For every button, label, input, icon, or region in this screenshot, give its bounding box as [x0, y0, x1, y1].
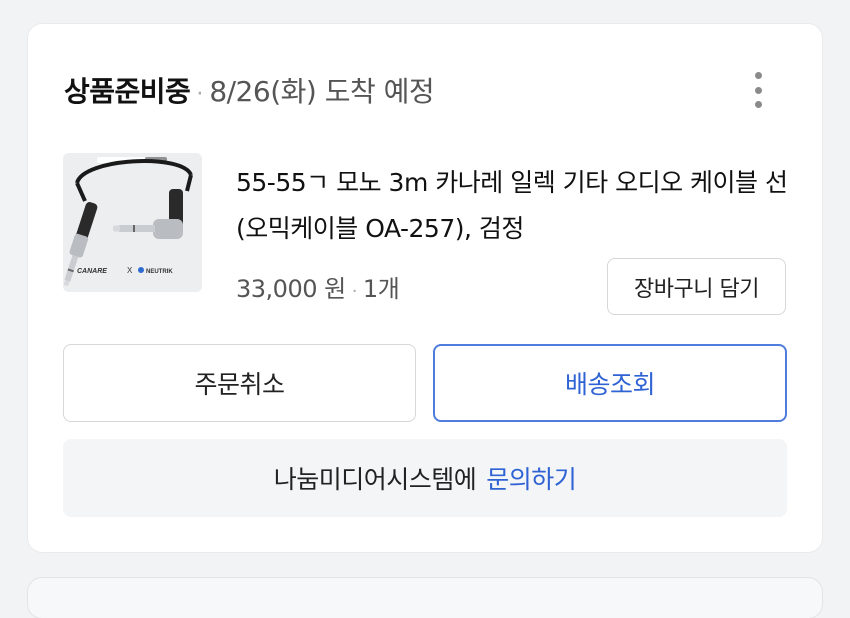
order-status-row: 상품준비중 · 8/26(화) 도착 예정: [64, 70, 435, 110]
price-row: 33,000 원 · 1개: [236, 269, 400, 304]
image-brand-right: NEUTRIK: [146, 269, 173, 275]
product-thumbnail[interactable]: CANARE X NEUTRIK: [63, 153, 202, 292]
more-options-button[interactable]: [746, 72, 770, 108]
product-quantity: 1개: [362, 275, 400, 303]
order-status-title: 상품준비중: [64, 75, 191, 108]
image-brand-left: CANARE: [77, 268, 107, 275]
add-to-cart-button[interactable]: 장바구니 담기: [607, 258, 786, 315]
image-brand-x: X: [127, 266, 133, 275]
cancel-order-button[interactable]: 주문취소: [63, 344, 416, 422]
next-order-card: [28, 578, 822, 618]
seller-name-text: 나눔미디어시스템에: [273, 465, 477, 494]
guitar-cable-product-image: CANARE X NEUTRIK: [63, 153, 202, 292]
seller-inquiry-bar: 나눔미디어시스템에 문의하기: [63, 439, 787, 517]
more-vertical-icon: [754, 72, 762, 79]
product-name[interactable]: 55-55ㄱ 모노 3m 카나레 일렉 기타 오디오 케이블 선 (오믹케이블 …: [236, 160, 796, 252]
inquiry-link[interactable]: 문의하기: [486, 460, 577, 496]
track-delivery-button[interactable]: 배송조회: [433, 344, 787, 422]
more-vertical-icon-dot: [754, 101, 762, 108]
delivery-eta: 8/26(화) 도착 예정: [209, 75, 435, 108]
price-separator: ·: [351, 281, 358, 302]
product-price: 33,000 원: [236, 275, 346, 303]
more-vertical-icon-dot: [754, 86, 762, 94]
status-separator: ·: [196, 82, 204, 107]
order-card: 상품준비중 · 8/26(화) 도착 예정 CANARE X NEUTRIK 5…: [28, 24, 822, 552]
